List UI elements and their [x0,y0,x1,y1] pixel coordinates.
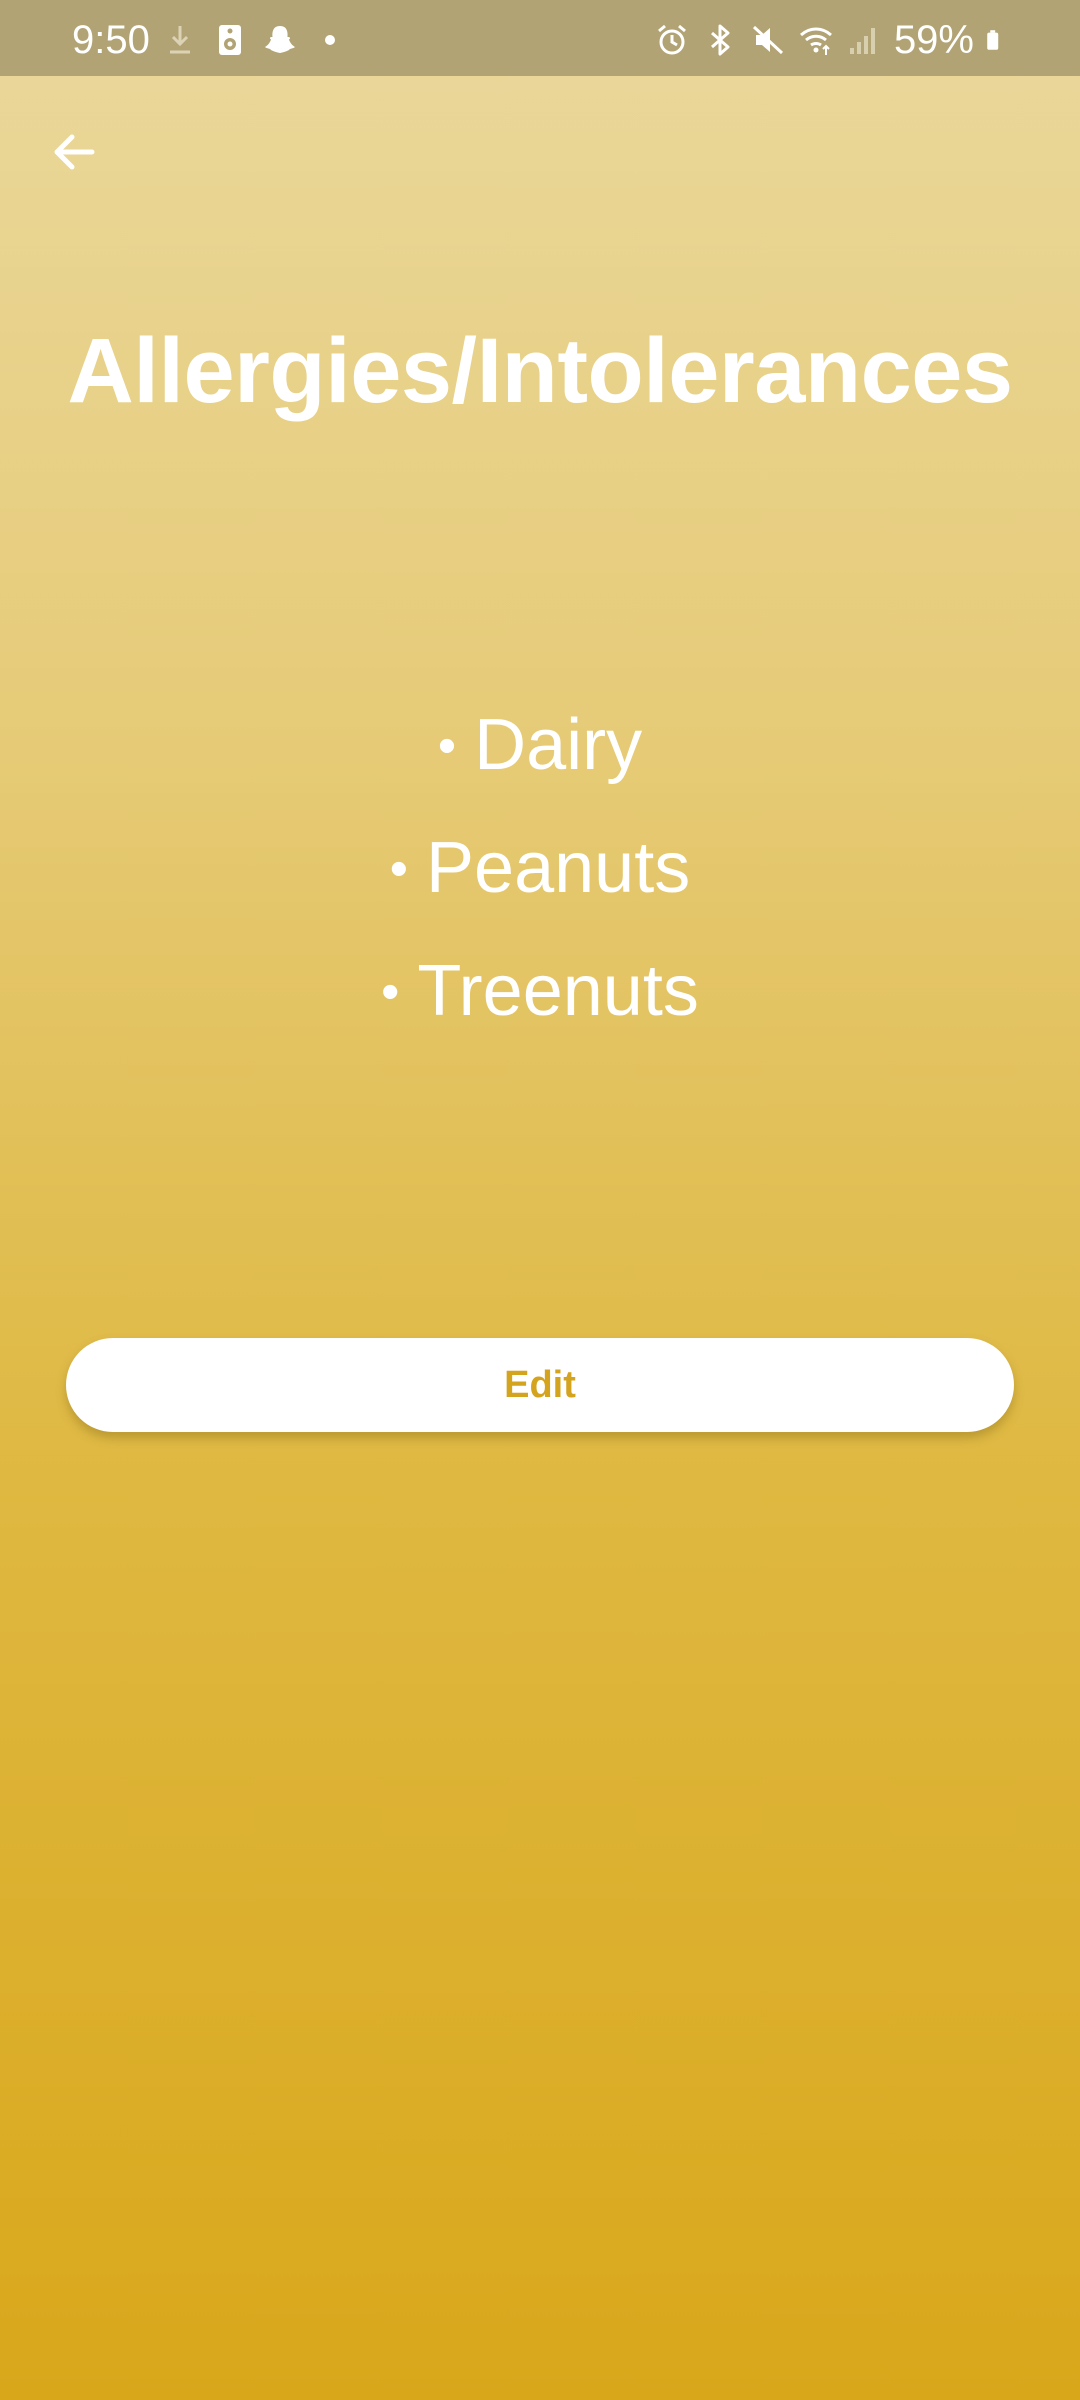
speaker-icon [219,25,241,55]
dot-icon [325,35,335,45]
status-left-icons [162,22,348,58]
arrow-left-icon [54,134,95,170]
battery-icon [987,30,999,50]
list-item-label: Treenuts [417,951,699,1031]
snapchat-icon [265,26,295,53]
list-item: • Dairy [0,684,1080,807]
bluetooth-icon [710,24,730,56]
battery-percentage: 59% [893,18,974,62]
page-title: Allergies/Intolerances [67,320,1013,422]
status-right: 59% [654,20,1008,60]
list-item-label: Dairy [474,705,643,785]
list-item: • Treenuts [0,930,1080,1053]
back-button[interactable] [42,120,106,184]
status-bar: 9:50 59% [0,0,1080,76]
download-icon [170,26,190,54]
allergy-list: • Dairy • Peanuts • Treenuts [0,684,1080,1053]
status-time: 9:50 [72,18,150,62]
mute-icon [752,25,783,55]
bullet: • [437,717,457,775]
list-item-label: Peanuts [426,828,691,908]
bullet: • [389,840,408,898]
list-item: • Peanuts [0,807,1080,930]
edit-button[interactable]: Edit [66,1338,1014,1432]
bullet: • [381,963,400,1021]
alarm-icon [657,24,686,55]
signal-icon [849,28,875,54]
wifi-icon [799,27,832,55]
